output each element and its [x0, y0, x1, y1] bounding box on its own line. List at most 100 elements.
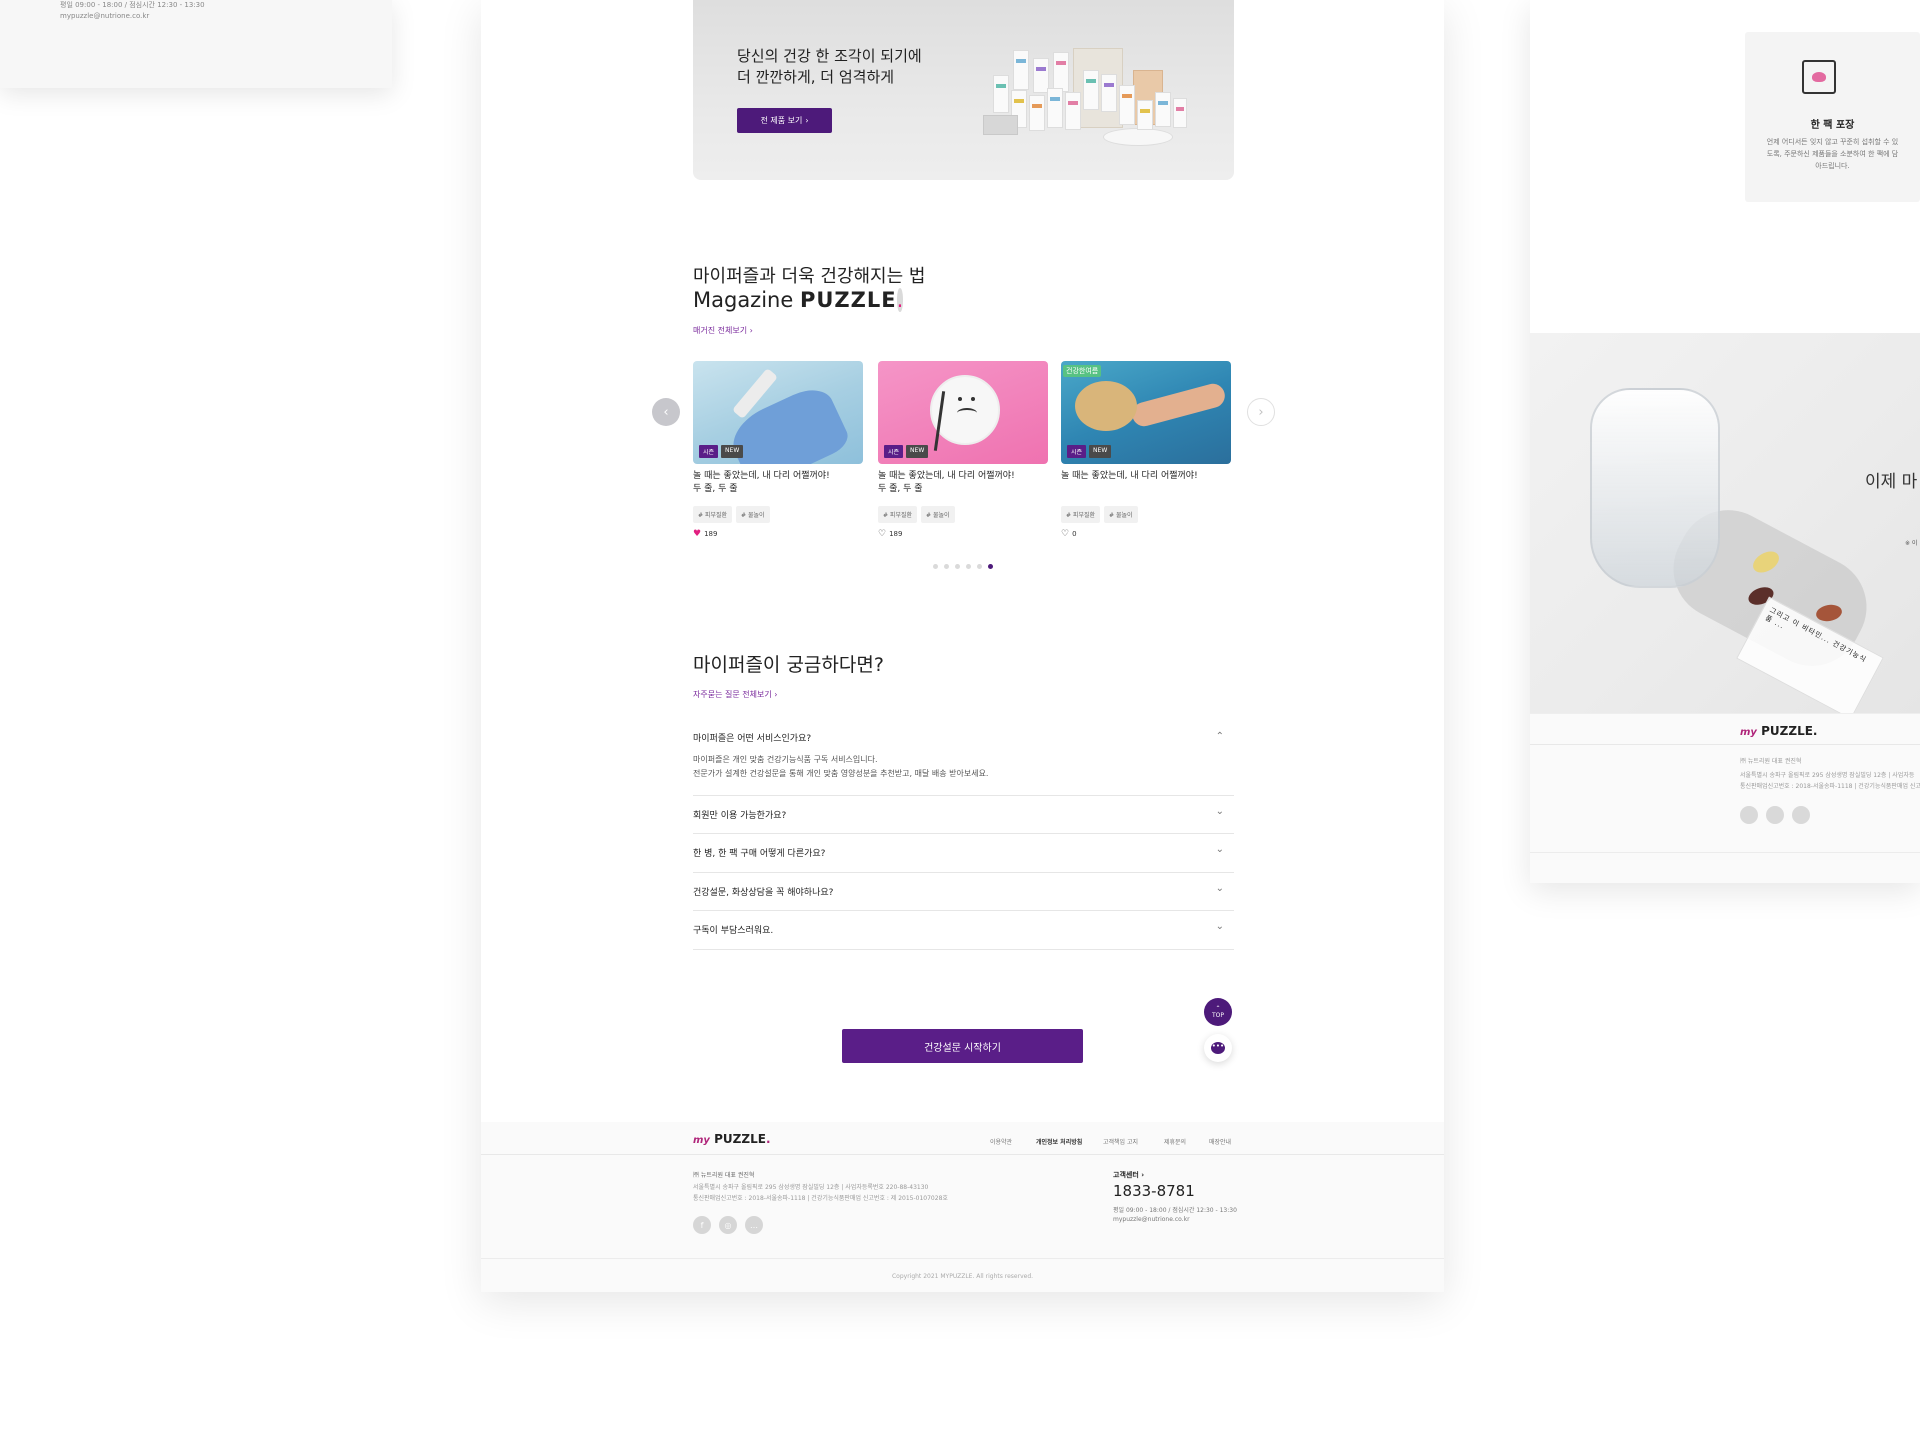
new-badge: NEW — [906, 445, 929, 458]
hashtag[interactable]: # 피부질환 — [693, 506, 733, 523]
talk-icon[interactable]: … — [745, 1216, 763, 1234]
carousel-dot[interactable] — [988, 564, 993, 569]
facebook-icon[interactable]: f — [693, 1216, 711, 1234]
magazine-title: Magazine PUZZLE. — [693, 288, 904, 312]
chevron-up-icon[interactable]: ⌃ — [1216, 731, 1224, 742]
new-badge: NEW — [721, 445, 744, 458]
divider — [1530, 852, 1920, 853]
faq-answer-line: 전문가가 설계한 건강설문을 통해 개인 맞춤 영양성분을 추천받고, 매달 배… — [693, 769, 989, 778]
footer-link-notice[interactable]: 고객책임 고지 — [1103, 1137, 1138, 1146]
carousel-dot[interactable] — [977, 564, 982, 569]
chevron-up-icon: ⌃ — [1215, 1005, 1221, 1012]
like-count[interactable]: ♡ 189 — [878, 529, 902, 539]
carousel-dot[interactable] — [955, 564, 960, 569]
right-preview-headline: 이제 마 — [1865, 472, 1918, 492]
footer-link-stores[interactable]: 매장안내 — [1209, 1137, 1231, 1146]
hashtag[interactable]: # 물놀이 — [921, 506, 955, 523]
banner-line-1: 당신의 건강 한 조각이 되기에 — [737, 47, 922, 65]
heart-outline-icon: ♡ — [878, 529, 887, 539]
faq-view-all-link[interactable]: 자주묻는 질문 전체보기 › — [693, 689, 777, 700]
left-preview-email: mypuzzle@nutrione.co.kr — [60, 12, 150, 20]
right-preview-footer: my PUZZLE. ㈜ 뉴트리원 대표 권진혁 서울특별시 송파구 올림픽로 … — [1530, 713, 1920, 883]
left-page-preview: 평일 09:00 - 18:00 / 점심시간 12:30 - 13:30 my… — [0, 0, 392, 88]
card-title: 놀 때는 좋았는데, 내 다리 어쩔꺼야! 두 줄, 두 줄 — [878, 471, 1015, 494]
chevron-down-icon[interactable]: ⌄ — [1216, 844, 1224, 855]
faq-item[interactable]: 회원만 이용 가능한가요? ⌄ — [693, 796, 1234, 834]
season-badge: 시즌 — [1067, 445, 1087, 458]
new-badge: NEW — [1089, 445, 1112, 458]
faq-item[interactable]: 건강설문, 화상상담을 꼭 해야하나요? ⌄ — [693, 873, 1234, 911]
card-title: 놀 때는 좋았는데, 내 다리 어쩔꺼야! — [1061, 471, 1198, 481]
brand-logo: my PUZZLE. — [1740, 724, 1818, 738]
footer-link-privacy[interactable]: 개인정보 처리방침 — [1036, 1137, 1082, 1146]
hero-banner: 당신의 건강 한 조각이 되기에 더 깐깐하게, 더 엄격하게 전 제품 보기 › — [693, 0, 1234, 180]
carousel-prev-button[interactable]: ‹ — [652, 398, 680, 426]
company-info: ㈜ 뉴트리원 대표 권진혁 — [693, 1172, 755, 1179]
divider — [481, 1154, 1444, 1155]
facebook-icon — [1740, 806, 1758, 824]
address-info: 서울특별시 송파구 올림픽로 295 삼성생명 잠실빌딩 12층 | 사업자등록… — [693, 1184, 929, 1191]
heart-outline-icon: ♡ — [1061, 529, 1070, 539]
heart-filled-icon: ♥ — [693, 529, 702, 539]
faq-question: 마이퍼즐은 어떤 서비스인가요? — [693, 734, 812, 744]
license-info: 통신판매업신고번호 : 2018-서울송파-1118 | 건강기능식품판매업 신… — [693, 1195, 948, 1202]
hashtag[interactable]: # 물놀이 — [736, 506, 770, 523]
instagram-icon — [1766, 806, 1784, 824]
like-count[interactable]: ♡ 0 — [1061, 529, 1077, 539]
carousel-dot[interactable] — [944, 564, 949, 569]
product-boxes-image — [983, 40, 1213, 150]
carousel-dot[interactable] — [933, 564, 938, 569]
copyright: Copyright 2021 MYPUZZLE. All rights rese… — [891, 1273, 1034, 1280]
faq-title: 마이퍼즐이 궁금하다면? — [693, 654, 884, 676]
customer-center-hours: 평일 09:00 - 18:00 / 점심시간 12:30 - 13:30 — [1113, 1207, 1237, 1214]
divider — [481, 1258, 1444, 1259]
chevron-down-icon[interactable]: ⌄ — [1216, 806, 1224, 817]
scroll-top-button[interactable]: ⌃ TOP — [1204, 998, 1232, 1026]
customer-center-link[interactable]: 고객센터 › — [1113, 1170, 1144, 1180]
right-preview-sub: ※ 이 — [1905, 540, 1918, 547]
hashtag[interactable]: # 피부질환 — [878, 506, 918, 523]
feature-card-desc: 언제 어디서든 잊지 않고 꾸준히 섭취할 수 있도록, 주문하신 제품들을 소… — [1766, 138, 1899, 170]
brand-logo[interactable]: my PUZZLE. — [693, 1132, 771, 1146]
magazine-subtitle: 마이퍼즐과 더욱 건강해지는 법 — [693, 266, 926, 287]
hashtag[interactable]: # 피부질환 — [1061, 506, 1101, 523]
faq-item[interactable]: 마이퍼즐은 어떤 서비스인가요? ⌃ 마이퍼즐은 개인 맞춤 건강기능식품 구독… — [693, 723, 1234, 796]
all-products-button[interactable]: 전 제품 보기 › — [737, 108, 832, 133]
like-count[interactable]: ♥ 189 — [693, 529, 717, 539]
site-footer: my PUZZLE. 이용약관 개인정보 처리방침 고객책임 고지 제휴문의 매… — [481, 1122, 1444, 1292]
faq-question: 회원만 이용 가능한가요? — [693, 811, 787, 821]
banner-line-2: 더 깐깐하게, 더 엄격하게 — [737, 68, 895, 86]
footer-link-terms[interactable]: 이용약관 — [990, 1137, 1012, 1146]
faq-answer-line: 마이퍼즐은 개인 맞춤 건강기능식품 구독 서비스입니다. — [693, 755, 878, 764]
chat-button[interactable]: ••• — [1204, 1034, 1232, 1062]
faq-item[interactable]: 구독이 부담스러워요. ⌄ — [693, 911, 1234, 950]
feature-card-title: 한 팩 포장 — [1810, 120, 1855, 131]
chevron-right-icon: › — [774, 690, 778, 699]
faq-question: 한 병, 한 팩 구매 어떻게 다른가요? — [693, 849, 826, 859]
card-title: 놀 때는 좋았는데, 내 다리 어쩔꺼야! 두 줄, 두 줄 — [693, 471, 830, 494]
water-glass-photo: 그리고 이 비타민... 건강기능식품 ... — [1530, 333, 1920, 720]
company-info: ㈜ 뉴트리원 대표 권진혁 — [1740, 758, 1802, 765]
right-page-preview: 한 팩 포장 언제 어디서든 잊지 않고 꾸준히 섭취할 수 있도록, 주문하신… — [1530, 0, 1920, 883]
start-survey-button[interactable]: 건강설문 시작하기 — [842, 1029, 1083, 1063]
faq-question: 구독이 부담스러워요. — [693, 926, 774, 936]
chat-bubble-icon: ••• — [1211, 1042, 1225, 1054]
feature-card-one-pack: 한 팩 포장 언제 어디서든 잊지 않고 꾸준히 섭취할 수 있도록, 주문하신… — [1745, 32, 1920, 202]
faq-item[interactable]: 한 병, 한 팩 구매 어떻게 다른가요? ⌄ — [693, 834, 1234, 873]
left-preview-hours: 평일 09:00 - 18:00 / 점심시간 12:30 - 13:30 — [60, 1, 205, 9]
chevron-right-icon: › — [749, 326, 753, 335]
divider — [1530, 744, 1920, 745]
carousel-next-button[interactable]: › — [1247, 398, 1275, 426]
main-page: 당신의 건강 한 조각이 되기에 더 깐깐하게, 더 엄격하게 전 제품 보기 › — [481, 0, 1444, 1292]
season-badge: 시즌 — [699, 445, 719, 458]
carousel-pagination — [933, 564, 993, 569]
chevron-down-icon[interactable]: ⌄ — [1216, 883, 1224, 894]
magazine-view-all-link[interactable]: 매거진 전체보기 › — [693, 325, 753, 336]
hashtag[interactable]: # 물놀이 — [1104, 506, 1138, 523]
license-info: 통신판매업신고번호 : 2018-서울송파-1118 | 건강기능식품판매업 신… — [1740, 783, 1920, 790]
footer-link-partnership[interactable]: 제휴문의 — [1164, 1137, 1186, 1146]
customer-center-phone: 1833-8781 — [1113, 1182, 1195, 1200]
instagram-icon[interactable]: ◎ — [719, 1216, 737, 1234]
chevron-down-icon[interactable]: ⌄ — [1216, 921, 1224, 932]
carousel-dot[interactable] — [966, 564, 971, 569]
